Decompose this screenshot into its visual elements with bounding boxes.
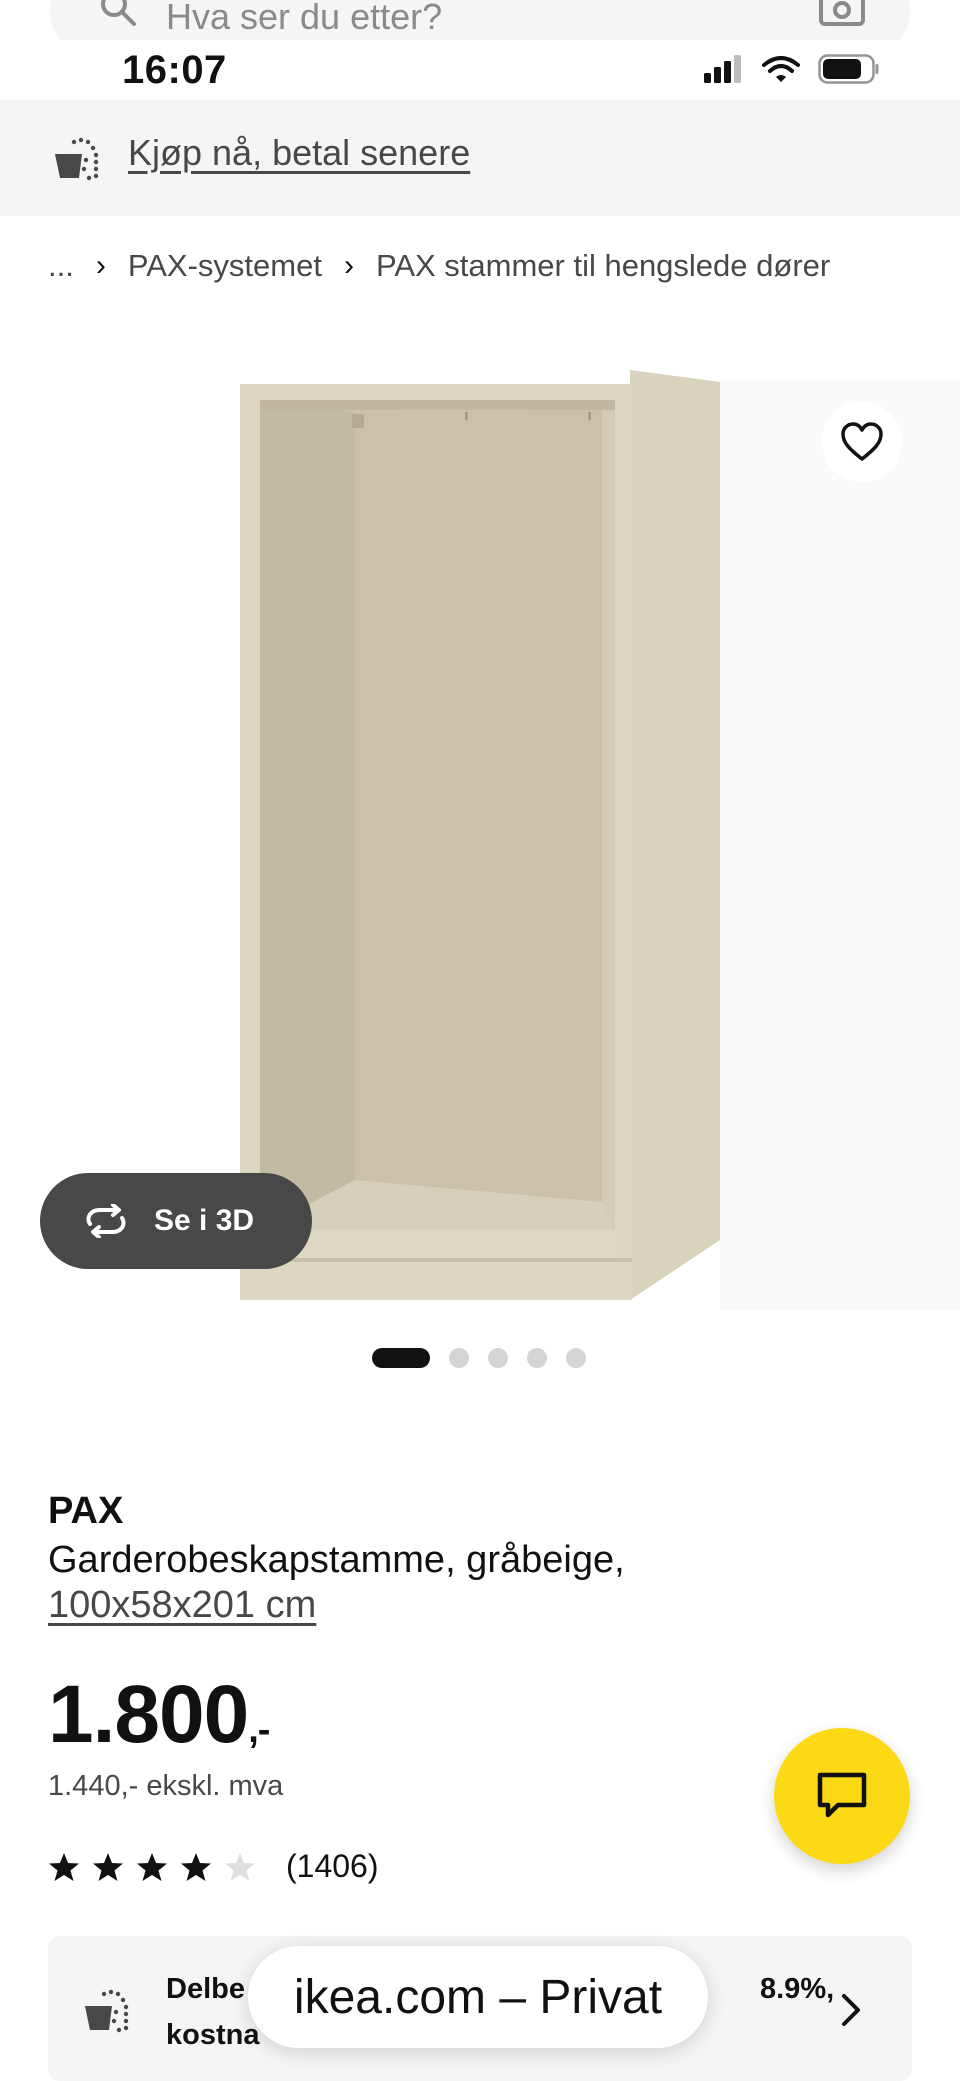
rotate-3d-icon: [86, 1204, 126, 1238]
chat-bubble-icon: [817, 1772, 867, 1818]
add-to-favorites-button[interactable]: [822, 402, 902, 482]
product-size-link[interactable]: 100x58x201 cm: [48, 1584, 316, 1627]
product-name: PAX: [48, 1490, 124, 1532]
star-empty-icon: [225, 1852, 255, 1881]
price-suffix: ,-: [248, 1709, 270, 1751]
browser-address-bar[interactable]: ikea.com – Privat: [248, 1946, 708, 2048]
carousel-dot-active[interactable]: [372, 1348, 430, 1368]
status-icons: [704, 54, 880, 84]
image-background: [720, 380, 960, 1310]
breadcrumb-item-pax-frames[interactable]: PAX stammer til hengslede dører: [376, 248, 830, 284]
shopping-bag-dotted-icon: [55, 137, 99, 181]
carousel-dot[interactable]: [527, 1348, 547, 1368]
status-time: 16:07: [122, 48, 227, 92]
search-placeholder[interactable]: Hva ser du etter?: [166, 0, 442, 38]
product-description: Garderobeskapstamme, gråbeige,: [48, 1539, 625, 1581]
pay-later-link[interactable]: Kjøp nå, betal senere: [128, 132, 470, 174]
financing-rate: 8.9%,: [760, 1973, 835, 2005]
financing-text-line1: Delbe: [166, 1973, 245, 2005]
camera-icon[interactable]: [818, 0, 866, 28]
chevron-right-icon: ›: [343, 249, 354, 282]
price-excl-vat: 1.440,- ekskl. mva: [48, 1770, 284, 1802]
star-filled-icon: [49, 1852, 79, 1881]
carousel-dot[interactable]: [488, 1348, 508, 1368]
wifi-icon: [762, 56, 800, 82]
search-icon: [101, 0, 136, 26]
status-bar: 16:07: [0, 40, 960, 100]
view-in-3d-label: Se i 3D: [154, 1204, 255, 1237]
view-in-3d-button[interactable]: Se i 3D: [40, 1173, 312, 1269]
product-price: 1.800,-: [48, 1668, 270, 1762]
price-main: 1.800: [48, 1669, 249, 1760]
product-rating[interactable]: (1406): [48, 1848, 379, 1885]
star-filled-icon: [93, 1852, 123, 1881]
shopping-bag-dotted-icon: [85, 1989, 129, 2033]
chevron-right-icon: ›: [95, 249, 106, 282]
breadcrumb-ellipsis[interactable]: ...: [48, 248, 74, 284]
pay-later-banner[interactable]: Kjøp nå, betal senere: [0, 100, 960, 216]
carousel-dot[interactable]: [449, 1348, 469, 1368]
battery-icon: [818, 54, 879, 84]
star-filled-icon: [181, 1852, 211, 1881]
browser-url-label[interactable]: ikea.com – Privat: [294, 1970, 662, 2025]
heart-icon: [841, 422, 883, 461]
product-image-carousel[interactable]: Se i 3D: [0, 330, 960, 1330]
breadcrumb: ... › PAX-systemet › PAX stammer til hen…: [48, 248, 830, 284]
carousel-pagination: [372, 1348, 586, 1368]
rating-count: (1406): [286, 1848, 379, 1884]
chat-button[interactable]: [774, 1728, 910, 1864]
chevron-right-icon: [842, 1994, 860, 2026]
star-filled-icon: [137, 1852, 167, 1881]
carousel-dot[interactable]: [566, 1348, 586, 1368]
cellular-signal-icon: [704, 55, 741, 83]
breadcrumb-item-pax-system[interactable]: PAX-systemet: [128, 248, 322, 284]
product-image-wardrobe-frame: [240, 370, 720, 1300]
